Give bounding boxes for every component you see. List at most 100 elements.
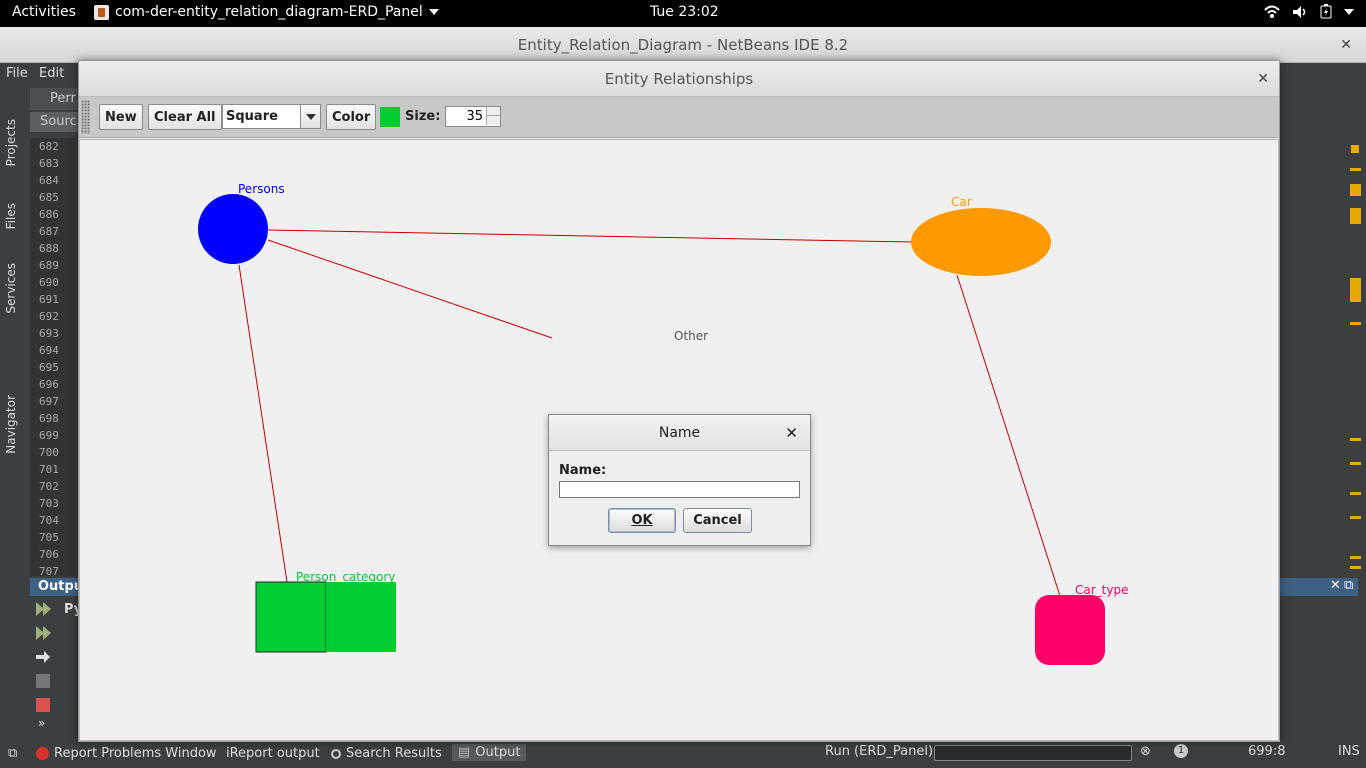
error-stripe-marker[interactable] (1350, 556, 1361, 559)
rerun-icon[interactable] (36, 602, 51, 616)
side-tab-files[interactable]: Files (4, 203, 18, 229)
ok-button[interactable]: OK (608, 508, 676, 533)
line-number: 703 (39, 497, 59, 510)
line-number: 705 (39, 531, 59, 544)
line-number: 689 (39, 259, 59, 272)
error-stripe-marker[interactable] (1350, 438, 1361, 441)
entity-persons-circle[interactable] (198, 194, 268, 264)
error-stripe-marker[interactable] (1351, 145, 1359, 153)
caret-position: 699:8 (1248, 744, 1286, 759)
chevron-down-icon (428, 9, 439, 15)
status-tab-search-results[interactable]: Search Results (331, 746, 442, 761)
ide-left-sidebar: Projects Files Services Navigator (0, 85, 28, 745)
volume-icon (1293, 5, 1306, 18)
spinner-down-icon[interactable] (486, 116, 500, 125)
line-number: 698 (39, 412, 59, 425)
clock[interactable]: Tue 23:02 (650, 4, 719, 20)
battery-icon (1320, 4, 1332, 19)
chevron-down-icon[interactable] (300, 105, 320, 128)
line-number: 694 (39, 344, 59, 357)
notifications-count: 1 (1174, 744, 1188, 758)
error-stripe-marker[interactable] (1350, 516, 1361, 519)
status-tab-output[interactable]: ▤ Output (452, 744, 527, 761)
shape-select[interactable]: Square (222, 104, 321, 129)
stop-icon[interactable] (36, 698, 50, 712)
source-tab[interactable]: Sourc (30, 112, 78, 132)
notifications-icon[interactable]: 1 (1174, 744, 1188, 758)
entity-label-other: Other (674, 329, 709, 343)
toolbar-grip-handle[interactable] (81, 100, 90, 134)
clear-output-icon[interactable] (36, 674, 50, 688)
cancel-process-icon[interactable]: ⊗ (1140, 744, 1151, 759)
side-tab-services[interactable]: Services (4, 263, 18, 314)
error-stripe-marker[interactable] (1350, 492, 1361, 495)
line-number: 692 (39, 310, 59, 323)
app-menu[interactable]: com-der-entity_relation_diagram-ERD_Pane… (94, 4, 439, 20)
status-tab-label: Report Problems Window (54, 746, 217, 761)
output-panel-header[interactable]: Outpu (30, 578, 83, 596)
erd-toolbar: New Clear All Square Color Size: (79, 97, 1279, 138)
clear-all-button[interactable]: Clear All (148, 104, 222, 130)
ok-button-label: OK (631, 513, 653, 528)
color-button[interactable]: Color (326, 104, 377, 130)
new-button[interactable]: New (99, 104, 143, 130)
shape-select-value: Square (226, 109, 278, 124)
editor-tab[interactable]: Perr (30, 88, 78, 110)
system-tray[interactable] (1264, 4, 1354, 19)
error-stripe-marker[interactable] (1350, 566, 1361, 569)
error-stripe-marker[interactable] (1350, 278, 1361, 302)
error-stripe-marker[interactable] (1350, 322, 1361, 325)
side-tab-projects[interactable]: Projects (4, 119, 18, 166)
line-number: 697 (39, 395, 59, 408)
color-swatch (380, 107, 400, 127)
line-number: 684 (39, 174, 59, 187)
step-arrow-icon[interactable] (36, 650, 50, 664)
activities-button[interactable]: Activities (12, 4, 76, 20)
error-stripe-marker[interactable] (1350, 462, 1361, 465)
cancel-button[interactable]: Cancel (683, 508, 752, 533)
line-number: 687 (39, 225, 59, 238)
ide-status-bar: ⧉ Report Problems Window iReport output … (0, 740, 1366, 768)
line-number: 702 (39, 480, 59, 493)
line-number: 686 (39, 208, 59, 221)
spinner-up-icon[interactable] (486, 107, 500, 116)
error-stripe-marker[interactable] (1350, 184, 1361, 196)
menu-file[interactable]: File (6, 66, 28, 81)
error-stripe-marker[interactable] (1350, 208, 1361, 224)
more-icon[interactable]: » (38, 716, 45, 730)
status-tab-report-problems[interactable]: Report Problems Window (36, 746, 217, 761)
entity-car-type-rounded-square[interactable] (1035, 595, 1105, 665)
entity-person-category-square[interactable] (255, 581, 327, 653)
size-input[interactable] (446, 107, 486, 126)
erd-close-icon[interactable]: ✕ (1257, 61, 1269, 97)
side-tab-navigator[interactable]: Navigator (4, 395, 18, 454)
ide-close-icon[interactable]: ✕ (1340, 27, 1352, 63)
status-tab-ireport[interactable]: iReport output (226, 746, 320, 761)
output-panel-header-right: ✕ ⧉ (1280, 578, 1358, 596)
entity-car-ellipse[interactable] (911, 208, 1051, 276)
search-icon (331, 748, 341, 759)
line-number: 691 (39, 293, 59, 306)
error-stripe-marker[interactable] (1350, 168, 1361, 171)
entity-person-category-square[interactable] (326, 582, 396, 652)
menu-edit[interactable]: Edit (39, 66, 64, 81)
relation-line-persons-other (267, 239, 553, 339)
size-spinner[interactable] (445, 106, 501, 127)
dialog-title-bar: Name ✕ (549, 415, 810, 451)
entity-label-car-type: Car_type (1075, 583, 1129, 597)
relation-line-persons-category (238, 264, 288, 583)
line-number: 695 (39, 361, 59, 374)
restore-icon[interactable]: ⧉ (1344, 578, 1353, 593)
rerun-with-args-icon[interactable] (36, 626, 51, 640)
restore-window-icon[interactable]: ⧉ (8, 746, 17, 761)
dialog-close-icon[interactable]: ✕ (785, 415, 798, 451)
entity-label-persons: Persons (238, 182, 285, 196)
relation-line-persons-car (267, 229, 914, 243)
close-icon[interactable]: ✕ (1330, 578, 1341, 593)
name-input[interactable] (559, 481, 800, 498)
name-dialog: Name ✕ Name: OK Cancel (548, 414, 811, 546)
erd-window-title-bar: Entity Relationships ✕ (79, 61, 1279, 97)
line-number: 701 (39, 463, 59, 476)
line-number: 688 (39, 242, 59, 255)
diagram-canvas[interactable]: Persons Car Person_category Car_type Oth… (79, 139, 1279, 741)
